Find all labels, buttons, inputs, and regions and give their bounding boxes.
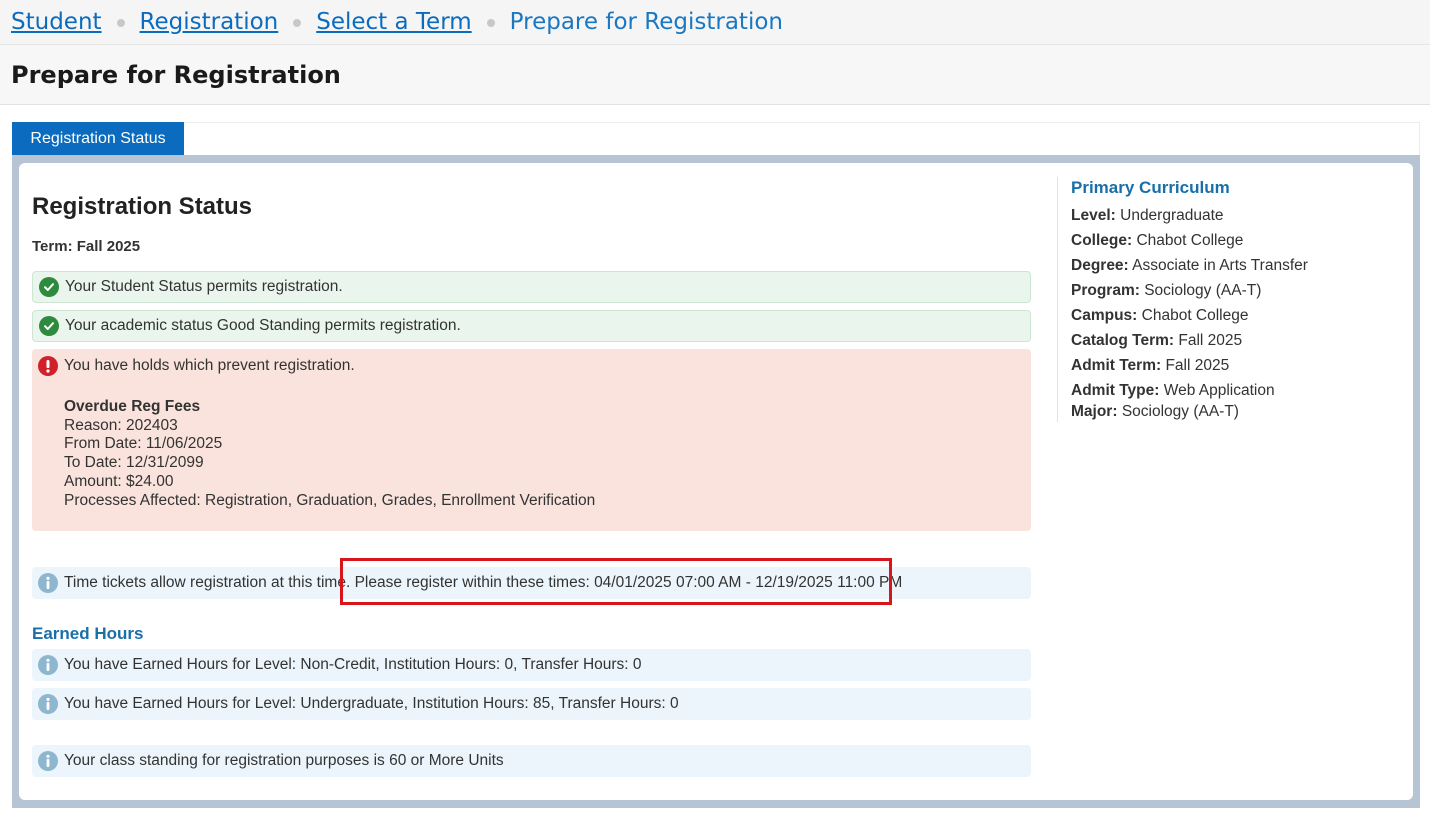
breadcrumb-separator [293,19,302,27]
curriculum-admit-term: Admit Term: Fall 2025 [1071,357,1229,375]
breadcrumb-separator [116,19,125,27]
breadcrumb-current: Prepare for Registration [509,9,783,35]
curriculum-value: Sociology (AA-T) [1144,282,1262,299]
curriculum-label: Admit Term: [1071,357,1162,374]
info-circle-icon [38,655,58,675]
curriculum-degree: Degree: Associate in Arts Transfer [1071,257,1308,275]
time-ticket-message: Time tickets allow registration at this … [32,567,1031,599]
curriculum-level: Level: Undergraduate [1071,207,1224,225]
registration-status-heading: Registration Status [32,193,253,220]
holds-text: You have holds which prevent registratio… [64,357,355,374]
curriculum-label: Program: [1071,282,1140,299]
curriculum-label: Campus: [1071,307,1138,324]
curriculum-major: Major: Sociology (AA-T) [1071,403,1239,421]
hold-name: Overdue Reg Fees [64,398,201,415]
curriculum-admit-type: Admit Type: Web Application [1071,382,1275,400]
hold-details: Overdue Reg Fees Reason: 202403 From Dat… [64,398,1031,510]
exclamation-circle-icon [38,356,58,376]
curriculum-label: College: [1071,232,1133,249]
term-label: Term: Fall 2025 [32,238,141,255]
breadcrumb-registration-link[interactable]: Registration [140,9,279,35]
info-circle-icon [38,573,58,593]
tab-strip [12,122,1420,156]
breadcrumb: Student Registration Select a Term Prepa… [0,0,1430,45]
student-status-message: Your Student Status permits registration… [32,271,1031,303]
column-divider [1057,177,1058,422]
info-circle-icon [38,694,58,714]
curriculum-value: Chabot College [1141,307,1249,324]
earned-hours-item: You have Earned Hours for Level: Non-Cre… [32,649,1031,681]
curriculum-value: Sociology (AA-T) [1121,403,1239,420]
curriculum-label: Admit Type: [1071,382,1160,399]
curriculum-value: Web Application [1163,382,1275,399]
academic-status-text: Your academic status Good Standing permi… [65,317,461,334]
holds-message: You have holds which prevent registratio… [32,349,1031,531]
title-bar: Prepare for Registration [0,45,1430,105]
curriculum-label: Major: [1071,403,1118,420]
earned-hours-item: You have Earned Hours for Level: Undergr… [32,688,1031,720]
curriculum-value: Fall 2025 [1165,357,1230,374]
class-standing-message: Your class standing for registration pur… [32,745,1031,777]
curriculum-label: Level: [1071,207,1116,224]
curriculum-catalog-term: Catalog Term: Fall 2025 [1071,332,1242,350]
curriculum-label: Catalog Term: [1071,332,1175,349]
academic-status-message: Your academic status Good Standing permi… [32,310,1031,342]
earned-hours-text: You have Earned Hours for Level: Non-Cre… [64,656,642,673]
primary-curriculum-heading: Primary Curriculum [1071,178,1230,197]
curriculum-college: College: Chabot College [1071,232,1243,250]
student-status-text: Your Student Status permits registration… [65,278,343,295]
hold-processes-affected: Processes Affected: Registration, Gradua… [64,491,596,509]
tab-registration-status[interactable]: Registration Status [12,122,184,156]
breadcrumb-separator [486,19,495,27]
hold-to-date: To Date: 12/31/2099 [64,454,204,472]
class-standing-text: Your class standing for registration pur… [64,752,504,769]
check-circle-icon [39,316,59,336]
breadcrumb-student-link[interactable]: Student [11,9,102,35]
page-title: Prepare for Registration [11,60,341,89]
time-ticket-text: Time tickets allow registration at this … [64,574,903,591]
curriculum-label: Degree: [1071,257,1129,274]
curriculum-program: Program: Sociology (AA-T) [1071,282,1261,300]
check-circle-icon [39,277,59,297]
curriculum-value: Undergraduate [1120,207,1224,224]
curriculum-value: Chabot College [1136,232,1244,249]
hold-amount: Amount: $24.00 [64,472,174,490]
curriculum-value: Associate in Arts Transfer [1132,257,1308,274]
curriculum-campus: Campus: Chabot College [1071,307,1249,325]
hold-reason: Reason: 202403 [64,416,178,434]
breadcrumb-select-term-link[interactable]: Select a Term [316,9,471,35]
info-circle-icon [38,751,58,771]
hold-from-date: From Date: 11/06/2025 [64,435,223,453]
earned-hours-text: You have Earned Hours for Level: Undergr… [64,695,679,712]
earned-hours-heading: Earned Hours [32,624,144,643]
curriculum-value: Fall 2025 [1178,332,1243,349]
